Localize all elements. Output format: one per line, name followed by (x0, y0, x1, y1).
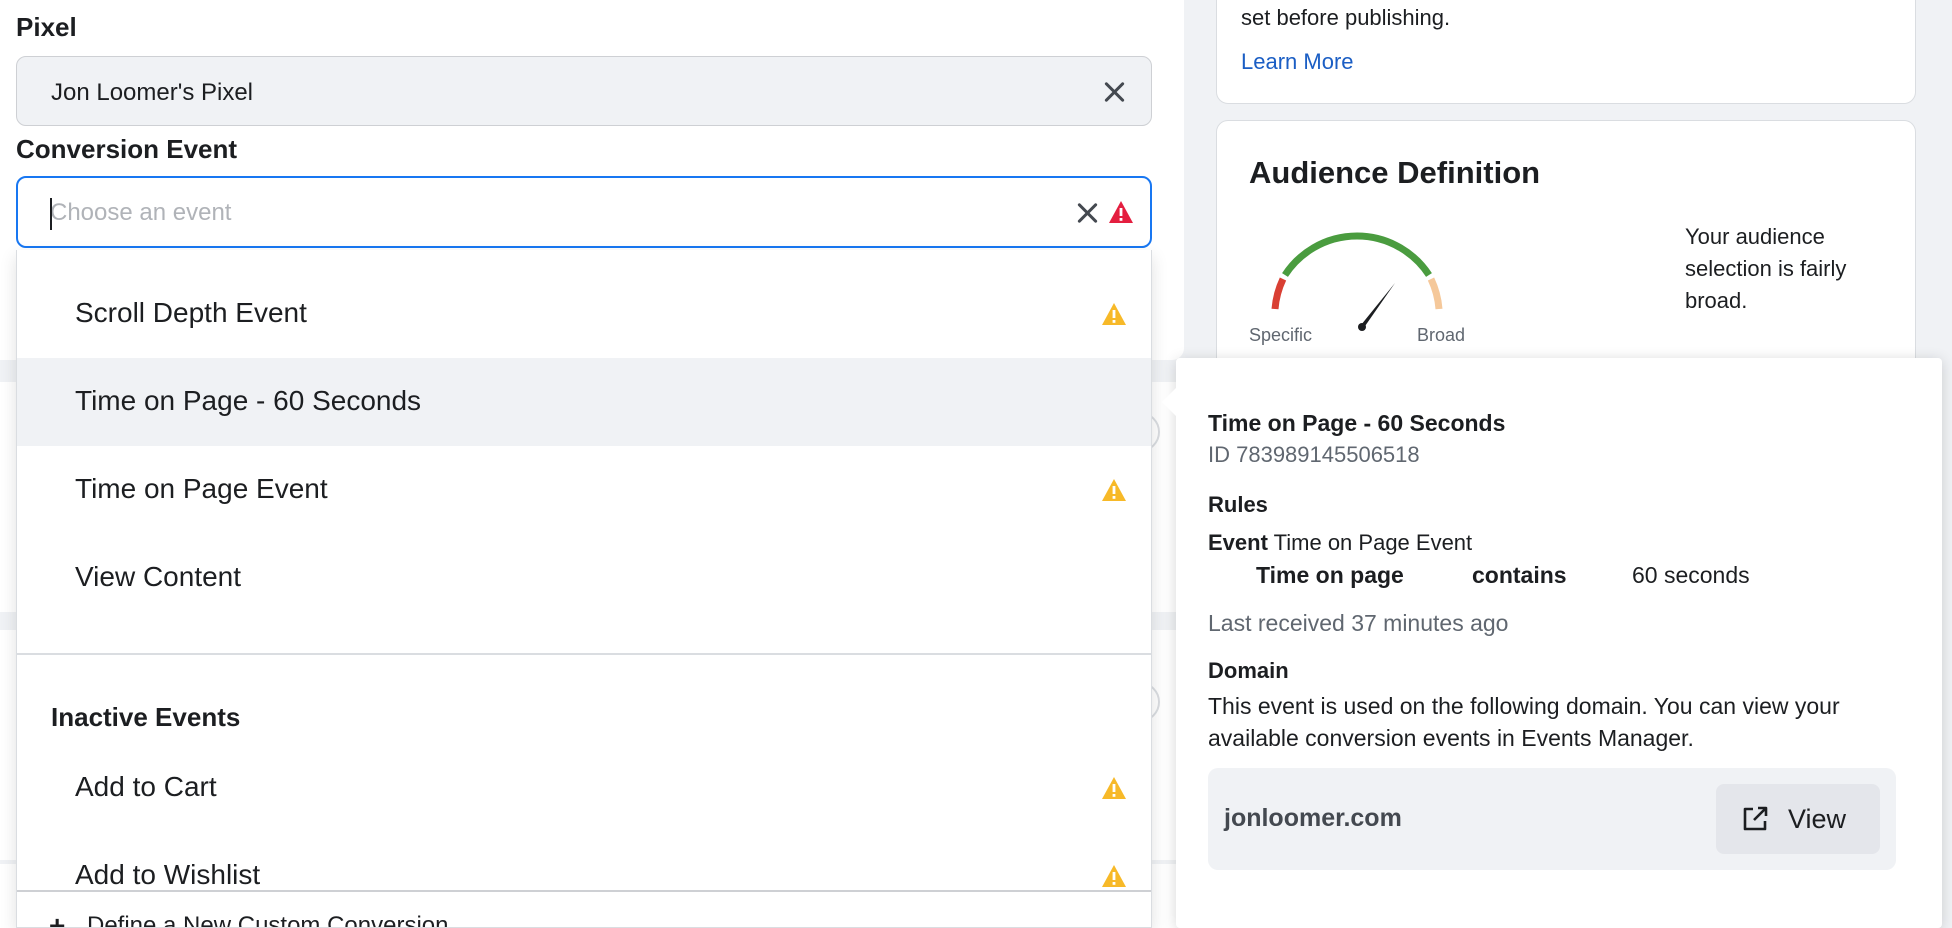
text-caret (50, 198, 52, 230)
warning-icon (1101, 864, 1127, 888)
conversion-event-input[interactable] (50, 196, 1010, 230)
dropdown-divider (17, 653, 1151, 655)
error-warning-icon (1108, 200, 1134, 224)
pixel-select[interactable]: Jon Loomer's Pixel (16, 56, 1152, 126)
clear-event-icon[interactable] (1074, 200, 1100, 226)
audience-title: Audience Definition (1249, 155, 1541, 190)
rules-heading: Rules (1208, 492, 1268, 517)
rule-event-line: Event Time on Page Event (1208, 530, 1472, 556)
last-received: Last received 37 minutes ago (1208, 610, 1509, 636)
rule-value: 60 seconds (1632, 562, 1750, 588)
conversion-event-input-wrapper[interactable] (16, 176, 1152, 248)
inactive-events-heading: Inactive Events (51, 702, 241, 732)
info-text: set before publishing. (1241, 5, 1451, 30)
warning-icon (1101, 302, 1127, 326)
dropdown-option-inactive[interactable]: Add to Cart (17, 744, 1151, 832)
dropdown-option[interactable]: Time on Page Event (17, 446, 1151, 534)
option-label: View Content (75, 561, 242, 592)
gauge-specific-label: Specific (1249, 325, 1313, 345)
option-label: Time on Page - 60 Seconds (75, 385, 422, 416)
external-link-icon (1743, 806, 1768, 831)
domain-row: jonloomer.com View (1208, 768, 1896, 870)
clear-pixel-icon[interactable] (1101, 79, 1127, 105)
event-value: Time on Page Event (1273, 530, 1473, 555)
pixel-value: Jon Loomer's Pixel (51, 79, 254, 106)
learn-more-link[interactable]: Learn More (1241, 49, 1354, 75)
audience-gauge (1271, 232, 1443, 331)
plus-icon: + (49, 910, 66, 928)
event-label: Event (1208, 530, 1268, 555)
tooltip-arrow (1162, 388, 1176, 416)
warning-icon (1101, 478, 1127, 502)
domain-name: jonloomer.com (1224, 804, 1402, 832)
define-custom-conversion-button[interactable]: + Define a New Custom Conversion (17, 890, 1151, 928)
option-label: Scroll Depth Event (75, 297, 307, 328)
view-domain-button[interactable]: View (1716, 784, 1880, 854)
domain-heading: Domain (1208, 658, 1289, 683)
conversion-event-label: Conversion Event (16, 134, 238, 164)
rule-field: Time on page (1256, 562, 1404, 588)
event-details-tooltip: Time on Page - 60 Seconds ID 78398914550… (1162, 358, 1942, 928)
event-dropdown: Scroll Depth Event Time on Page - 60 Sec… (16, 250, 1152, 928)
audience-description: Your audience selection is fairly broad. (1685, 224, 1847, 313)
info-card: set before publishing. Learn More (1216, 0, 1916, 104)
option-label: Add to Cart (75, 771, 217, 802)
gauge-broad-label: Broad (1417, 325, 1466, 345)
option-label: Time on Page Event (75, 473, 328, 504)
tooltip-title: Time on Page - 60 Seconds (1208, 410, 1506, 436)
domain-description: This event is used on the following doma… (1208, 693, 1840, 751)
footer-label: Define a New Custom Conversion (87, 912, 449, 928)
tooltip-event-id: ID 783989145506518 (1208, 442, 1420, 467)
gauge-needle (1361, 283, 1395, 329)
warning-icon (1101, 776, 1127, 800)
option-label: Add to Wishlist (75, 859, 261, 890)
view-label: View (1788, 804, 1847, 834)
pixel-label: Pixel (16, 12, 77, 42)
dropdown-option[interactable]: Scroll Depth Event (17, 270, 1151, 358)
rule-operator: contains (1472, 562, 1567, 588)
dropdown-option[interactable]: View Content (17, 534, 1151, 622)
dropdown-option-highlighted[interactable]: Time on Page - 60 Seconds (17, 358, 1151, 446)
